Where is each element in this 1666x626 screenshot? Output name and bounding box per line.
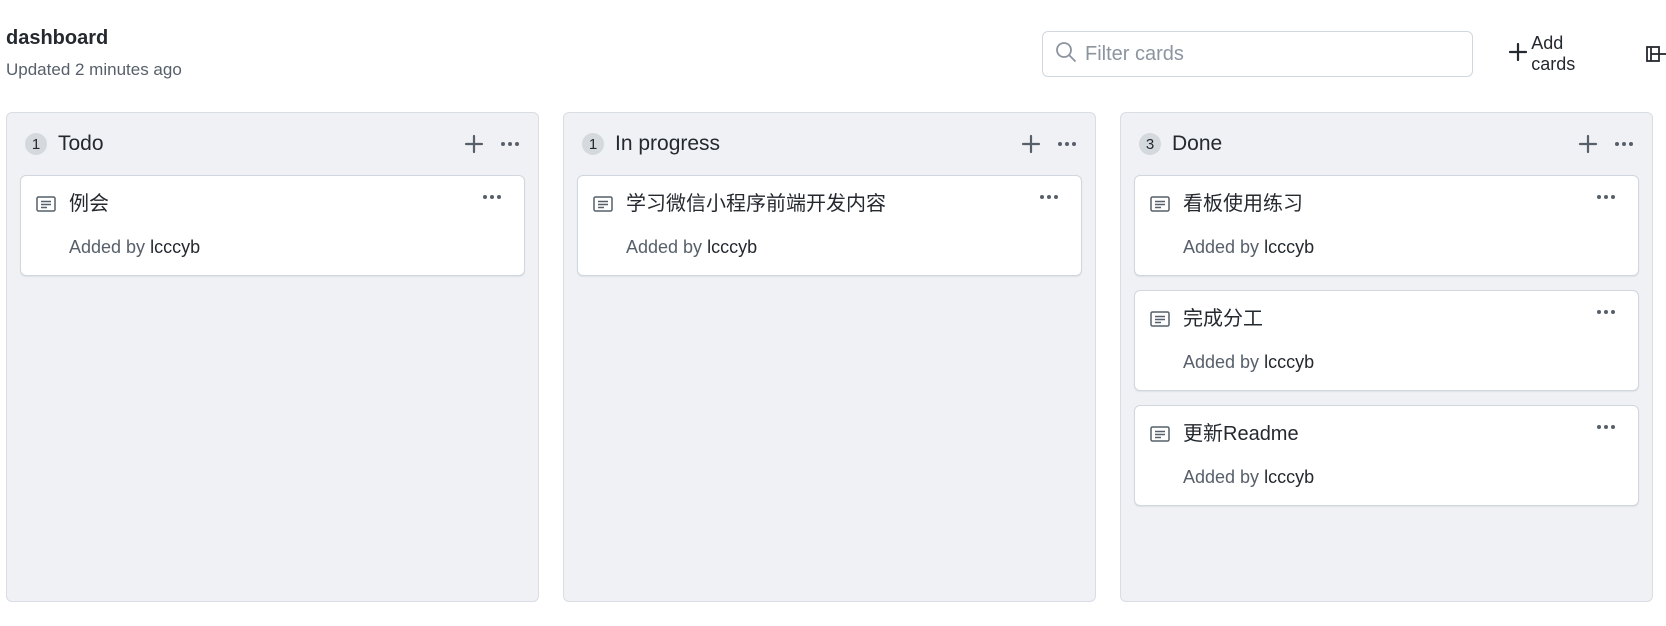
layout-icon[interactable]	[1646, 44, 1666, 64]
card-meta: Added by lcccyb	[69, 237, 200, 258]
card-meta: Added by lcccyb	[1183, 237, 1314, 258]
filter-cards-box[interactable]	[1042, 31, 1474, 77]
filter-cards-input[interactable]	[1085, 42, 1455, 66]
column-menu-button[interactable]	[1610, 130, 1638, 158]
card-menu-button[interactable]	[1592, 418, 1620, 436]
plus-icon	[1578, 134, 1598, 154]
plus-icon	[464, 134, 484, 154]
card[interactable]: 例会 Added by lcccyb	[20, 175, 525, 276]
card-list: 看板使用练习 Added by lcccyb 完成分工 Added by lcc…	[1121, 175, 1652, 506]
kebab-horizontal-icon	[1597, 195, 1615, 199]
column-done: 3 Done 看板使用练习 Added by lcccyb 完成分工 Added…	[1120, 112, 1653, 602]
column-menu-button[interactable]	[496, 130, 524, 158]
search-icon	[1055, 41, 1077, 68]
added-by-label: Added by	[69, 237, 146, 257]
card-menu-button[interactable]	[1592, 303, 1620, 321]
column-count-badge: 3	[1139, 133, 1161, 155]
added-by-label: Added by	[1183, 467, 1260, 487]
plus-icon	[1509, 42, 1531, 66]
note-icon	[593, 196, 613, 217]
card-list: 学习微信小程序前端开发内容 Added by lcccyb	[564, 175, 1095, 276]
kebab-horizontal-icon	[1058, 142, 1076, 146]
card[interactable]: 学习微信小程序前端开发内容 Added by lcccyb	[577, 175, 1082, 276]
kebab-horizontal-icon	[1615, 142, 1633, 146]
card-author-link[interactable]: lcccyb	[707, 237, 757, 257]
board-header: dashboard Updated 2 minutes ago	[6, 25, 182, 81]
board-updated-text: Updated 2 minutes ago	[6, 60, 182, 79]
add-cards-button[interactable]: Add cards	[1509, 33, 1612, 75]
column-name: Done	[1172, 132, 1223, 155]
card-meta: Added by lcccyb	[626, 237, 757, 258]
card-title[interactable]: 学习微信小程序前端开发内容	[626, 190, 886, 218]
added-by-label: Added by	[1183, 237, 1260, 257]
column-header: 3 Done	[1121, 113, 1652, 175]
board-title: dashboard	[6, 27, 109, 49]
column-count-badge: 1	[25, 133, 47, 155]
column-header: 1 In progress	[564, 113, 1095, 175]
card-title[interactable]: 例会	[69, 190, 109, 218]
column-name: In progress	[615, 132, 721, 155]
card-menu-button[interactable]	[1035, 188, 1063, 206]
card-author-link[interactable]: lcccyb	[1264, 352, 1314, 372]
kebab-horizontal-icon	[1597, 310, 1615, 314]
card-author-link[interactable]: lcccyb	[150, 237, 200, 257]
project-board-page: dashboard Updated 2 minutes ago Add card…	[0, 0, 1666, 626]
kebab-horizontal-icon	[1597, 425, 1615, 429]
card-title[interactable]: 看板使用练习	[1183, 190, 1303, 218]
kebab-horizontal-icon	[1040, 195, 1058, 199]
card[interactable]: 更新Readme Added by lcccyb	[1134, 405, 1639, 506]
card-author-link[interactable]: lcccyb	[1264, 467, 1314, 487]
column-todo: 1 Todo 例会 Added by lcccyb	[6, 112, 539, 602]
note-icon	[36, 196, 56, 217]
card-menu-button[interactable]	[1592, 188, 1620, 206]
add-cards-label: Add cards	[1531, 33, 1576, 74]
kebab-horizontal-icon	[483, 195, 501, 199]
column-in-progress: 1 In progress 学习微信小程序前端开发内容 Added by lcc…	[563, 112, 1096, 602]
board-columns: 1 Todo 例会 Added by lcccyb 1 In progress …	[6, 112, 1653, 602]
column-add-card-button[interactable]	[1574, 130, 1602, 158]
card-title[interactable]: 完成分工	[1183, 305, 1263, 333]
card-title[interactable]: 更新Readme	[1183, 420, 1299, 448]
note-icon	[1150, 196, 1170, 217]
column-menu-button[interactable]	[1053, 130, 1081, 158]
added-by-label: Added by	[1183, 352, 1260, 372]
column-add-card-button[interactable]	[1017, 130, 1045, 158]
card-list: 例会 Added by lcccyb	[7, 175, 538, 276]
card-meta: Added by lcccyb	[1183, 467, 1314, 488]
column-name: Todo	[58, 132, 104, 155]
column-add-card-button[interactable]	[460, 130, 488, 158]
board-toolbar: Add cards	[1042, 31, 1666, 77]
card[interactable]: 看板使用练习 Added by lcccyb	[1134, 175, 1639, 276]
note-icon	[1150, 311, 1170, 332]
card-meta: Added by lcccyb	[1183, 352, 1314, 373]
kebab-horizontal-icon	[501, 142, 519, 146]
plus-icon	[1021, 134, 1041, 154]
column-count-badge: 1	[582, 133, 604, 155]
note-icon	[1150, 426, 1170, 447]
card-menu-button[interactable]	[478, 188, 506, 206]
card-author-link[interactable]: lcccyb	[1264, 237, 1314, 257]
card[interactable]: 完成分工 Added by lcccyb	[1134, 290, 1639, 391]
column-header: 1 Todo	[7, 113, 538, 175]
added-by-label: Added by	[626, 237, 703, 257]
